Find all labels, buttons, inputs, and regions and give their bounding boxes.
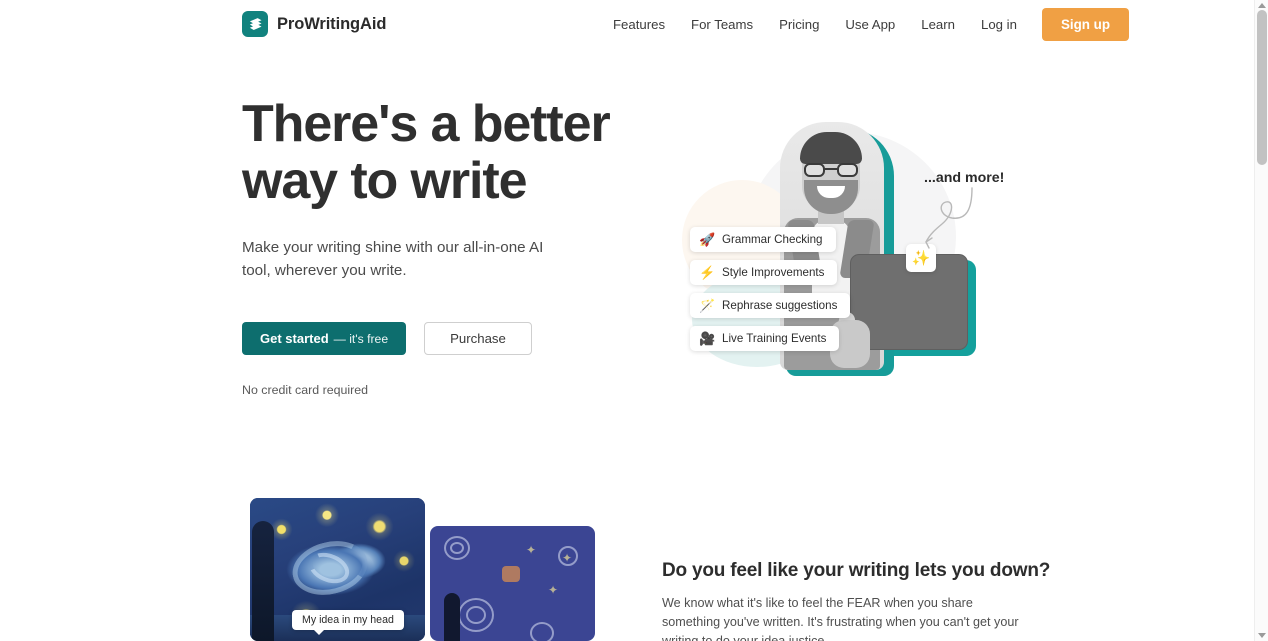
hero-illustration: ✨ ...and more! 🚀 Grammar Checking ⚡ Styl…: [662, 112, 1007, 377]
get-started-sublabel: — it's free: [333, 331, 389, 346]
lower-section-title: Do you feel like your writing lets you d…: [662, 560, 1051, 581]
doodle-spiral: [450, 542, 464, 554]
nav-link-log-in[interactable]: Log in: [968, 11, 1030, 38]
hero-actions: Get started — it's free Purchase: [242, 322, 642, 355]
hero-copy: There's a better way to write Make your …: [242, 96, 642, 397]
scroll-down-arrow-icon[interactable]: [1258, 633, 1266, 638]
loop-arrow-icon: [925, 187, 973, 249]
nav-link-features[interactable]: Features: [600, 11, 678, 38]
feature-pill-label: Rephrase suggestions: [722, 299, 838, 312]
get-started-button[interactable]: Get started — it's free: [242, 322, 407, 355]
person-hair: [800, 132, 862, 164]
idea-tooltip: My idea in my head: [292, 610, 404, 635]
lower-section-copy: Do you feel like your writing lets you d…: [662, 560, 1051, 641]
feature-pill-live-training-events[interactable]: 🎥 Live Training Events: [690, 326, 840, 351]
no-credit-card-note: No credit card required: [242, 383, 369, 397]
book-stack-icon: [242, 11, 268, 37]
glasses-bridge: [825, 168, 837, 170]
brand-logo[interactable]: ProWritingAid: [242, 11, 386, 37]
doodle-star: ✦: [548, 583, 559, 597]
page-scrollbar[interactable]: [1254, 0, 1268, 641]
doodle-spiral: [466, 606, 486, 624]
feature-pill-label: Live Training Events: [722, 332, 827, 345]
purchase-button[interactable]: Purchase: [424, 322, 532, 355]
scrollbar-thumb[interactable]: [1257, 10, 1267, 165]
feature-pill-grammar-checking[interactable]: 🚀 Grammar Checking: [690, 227, 836, 252]
glasses-lens-right: [837, 163, 858, 177]
rocket-icon: 🚀: [699, 232, 716, 247]
nav-link-use-app[interactable]: Use App: [832, 11, 908, 38]
glasses-lens-left: [804, 163, 825, 177]
hero-title-line-1: There's a better: [242, 95, 611, 153]
nav-link-for-teams[interactable]: For Teams: [678, 11, 766, 38]
doodle-star: ✦: [526, 543, 537, 557]
glasses-icon: [804, 163, 858, 177]
lower-section-body: We know what it's like to feel the FEAR …: [662, 596, 1019, 641]
page-title: There's a better way to write: [242, 96, 642, 210]
lightning-bolt-icon: ⚡: [699, 265, 716, 280]
nav-link-pricing[interactable]: Pricing: [766, 11, 832, 38]
doodle-spiral: [530, 622, 554, 641]
feature-pill-label: Grammar Checking: [722, 233, 823, 246]
feature-pill-style-improvements[interactable]: ⚡ Style Improvements: [690, 260, 838, 285]
doodle-cypress-tree: [444, 593, 460, 641]
feature-pill-label: Style Improvements: [722, 266, 825, 279]
movie-camera-icon: 🎥: [699, 331, 716, 346]
starry-cypress-tree: [252, 521, 274, 641]
page-root: ProWritingAid Features For Teams Pricing…: [0, 0, 1268, 641]
feature-pill-list: 🚀 Grammar Checking ⚡ Style Improvements …: [690, 227, 851, 351]
crude-doodle-card: ✦ ✦ ✦: [430, 526, 595, 641]
doodle-star: ✦: [562, 551, 573, 565]
sign-up-button[interactable]: Sign up: [1041, 7, 1130, 41]
feature-pill-rephrase-suggestions[interactable]: 🪄 Rephrase suggestions: [690, 293, 851, 318]
hero-title-line-2: way to write: [242, 152, 528, 210]
doodle-moon: [502, 566, 520, 582]
magic-wand-icon: 🪄: [699, 298, 716, 313]
scroll-up-arrow-icon[interactable]: [1258, 3, 1266, 8]
brand-name: ProWritingAid: [277, 14, 387, 33]
nav-link-learn[interactable]: Learn: [908, 11, 968, 38]
hero-subtitle: Make your writing shine with our all-in-…: [242, 239, 544, 279]
site-header: ProWritingAid Features For Teams Pricing…: [0, 0, 1254, 48]
get-started-label: Get started: [260, 331, 329, 346]
comparison-images: ✦ ✦ ✦ My idea in my head: [250, 498, 595, 641]
main-nav: Features For Teams Pricing Use App Learn…: [600, 7, 1130, 41]
